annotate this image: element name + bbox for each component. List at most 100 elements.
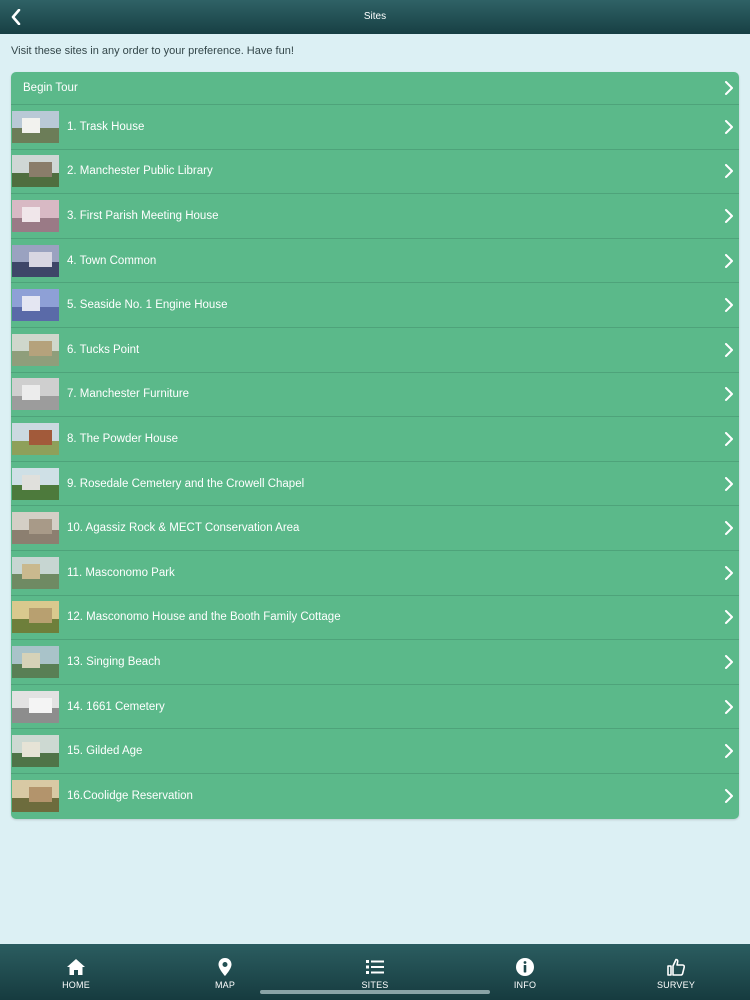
thumbnail-building — [22, 117, 40, 133]
site-label: 10. Agassiz Rock & MECT Conservation Are… — [67, 522, 300, 535]
list-icon — [366, 960, 384, 974]
intro-text: Visit these sites in any order to your p… — [11, 45, 294, 57]
thumbnail-building — [29, 697, 52, 713]
site-label: 11. Masconomo Park — [67, 566, 175, 579]
site-label: 9. Rosedale Cemetery and the Crowell Cha… — [67, 477, 305, 490]
top-navigation-bar: Sites — [0, 0, 750, 34]
chevron-right-icon — [725, 298, 733, 313]
thumbnail-building — [22, 742, 40, 758]
thumbnail-building — [22, 652, 40, 668]
chevron-right-icon — [725, 208, 733, 223]
site-row[interactable]: 16.Coolidge Reservation — [11, 774, 739, 819]
tab-info-label: INFO — [513, 980, 537, 990]
site-row[interactable]: 2. Manchester Public Library — [11, 150, 739, 195]
tab-home-label: HOME — [62, 980, 90, 990]
site-row[interactable]: 15. Gilded Age — [11, 729, 739, 774]
chevron-right-icon — [725, 431, 733, 446]
site-row[interactable]: 11. Masconomo Park — [11, 551, 739, 596]
site-label: 4. Town Common — [67, 254, 157, 267]
thumbnail-building — [29, 162, 52, 178]
chevron-right-icon — [725, 387, 733, 402]
site-row[interactable]: 7. Manchester Furniture — [11, 373, 739, 418]
site-label: 13. Singing Beach — [67, 655, 161, 668]
site-row[interactable]: 14. 1661 Cemetery — [11, 685, 739, 730]
chevron-right-icon — [725, 789, 733, 804]
site-label: 3. First Parish Meeting House — [67, 209, 219, 222]
chevron-right-icon — [725, 654, 733, 669]
chevron-right-icon — [725, 342, 733, 357]
site-row[interactable]: 5. Seaside No. 1 Engine House — [11, 283, 739, 328]
site-label: 2. Manchester Public Library — [67, 165, 213, 178]
site-label: 16.Coolidge Reservation — [67, 790, 193, 803]
thumbnail-building — [22, 206, 40, 222]
chevron-right-icon — [725, 699, 733, 714]
site-thumbnail — [12, 556, 59, 589]
thumbnail-building — [22, 563, 40, 579]
site-thumbnail — [12, 645, 59, 678]
site-thumbnail — [12, 690, 59, 723]
site-thumbnail — [12, 155, 59, 188]
site-thumbnail — [12, 735, 59, 768]
site-label: 6. Tucks Point — [67, 343, 140, 356]
tab-map-label: MAP — [214, 980, 236, 990]
site-thumbnail — [12, 467, 59, 500]
tab-survey[interactable]: SURVEY — [636, 944, 716, 1000]
sites-list: Begin Tour 1. Trask House 2. Manchester P… — [11, 72, 739, 819]
site-thumbnail — [12, 110, 59, 143]
chevron-right-icon — [725, 164, 733, 179]
thumbs-up-icon — [667, 958, 686, 976]
home-icon — [67, 959, 85, 975]
thumbnail-building — [29, 787, 52, 803]
site-row[interactable]: 4. Town Common — [11, 239, 739, 284]
chevron-right-icon — [725, 744, 733, 759]
site-thumbnail — [12, 780, 59, 813]
site-label: 12. Masconomo House and the Booth Family… — [67, 611, 341, 624]
thumbnail-building — [29, 251, 52, 267]
thumbnail-building — [22, 474, 40, 490]
chevron-right-icon — [725, 119, 733, 134]
site-row[interactable]: 3. First Parish Meeting House — [11, 194, 739, 239]
chevron-right-icon — [725, 476, 733, 491]
tab-info[interactable]: INFO — [485, 944, 565, 1000]
tab-sites-label: SITES — [361, 980, 389, 990]
site-thumbnail — [12, 601, 59, 634]
site-row[interactable]: 12. Masconomo House and the Booth Family… — [11, 596, 739, 641]
tab-map[interactable]: MAP — [185, 944, 265, 1000]
site-thumbnail — [12, 512, 59, 545]
site-thumbnail — [12, 289, 59, 322]
thumbnail-building — [29, 340, 52, 356]
thumbnail-building — [29, 519, 52, 535]
site-label: 7. Manchester Furniture — [67, 388, 190, 401]
site-row[interactable]: 10. Agassiz Rock & MECT Conservation Are… — [11, 506, 739, 551]
chevron-right-icon — [725, 253, 733, 268]
tab-survey-label: SURVEY — [656, 980, 696, 990]
site-label: 15. Gilded Age — [67, 745, 143, 758]
chevron-right-icon — [725, 610, 733, 625]
site-label: 1. Trask House — [67, 120, 145, 133]
chevron-right-icon — [725, 81, 733, 95]
site-row[interactable]: 13. Singing Beach — [11, 640, 739, 685]
tab-home[interactable]: HOME — [36, 944, 116, 1000]
site-row[interactable]: 1. Trask House — [11, 105, 739, 150]
page-title: Sites — [363, 11, 387, 22]
site-row[interactable]: 8. The Powder House — [11, 417, 739, 462]
site-label: 14. 1661 Cemetery — [67, 700, 165, 713]
begin-tour-label: Begin Tour — [23, 82, 78, 94]
home-indicator — [260, 990, 490, 994]
info-icon — [516, 958, 534, 976]
site-row[interactable]: 6. Tucks Point — [11, 328, 739, 373]
map-pin-icon — [218, 958, 232, 976]
thumbnail-building — [22, 385, 40, 401]
thumbnail-building — [29, 429, 52, 445]
site-label: 8. The Powder House — [67, 432, 179, 445]
thumbnail-building — [29, 608, 52, 624]
site-row[interactable]: 9. Rosedale Cemetery and the Crowell Cha… — [11, 462, 739, 507]
site-thumbnail — [12, 422, 59, 455]
begin-tour-row[interactable]: Begin Tour — [11, 72, 739, 105]
site-thumbnail — [12, 199, 59, 232]
chevron-right-icon — [725, 521, 733, 536]
site-thumbnail — [12, 333, 59, 366]
chevron-right-icon — [725, 565, 733, 580]
site-label: 5. Seaside No. 1 Engine House — [67, 299, 228, 312]
thumbnail-building — [22, 296, 40, 312]
